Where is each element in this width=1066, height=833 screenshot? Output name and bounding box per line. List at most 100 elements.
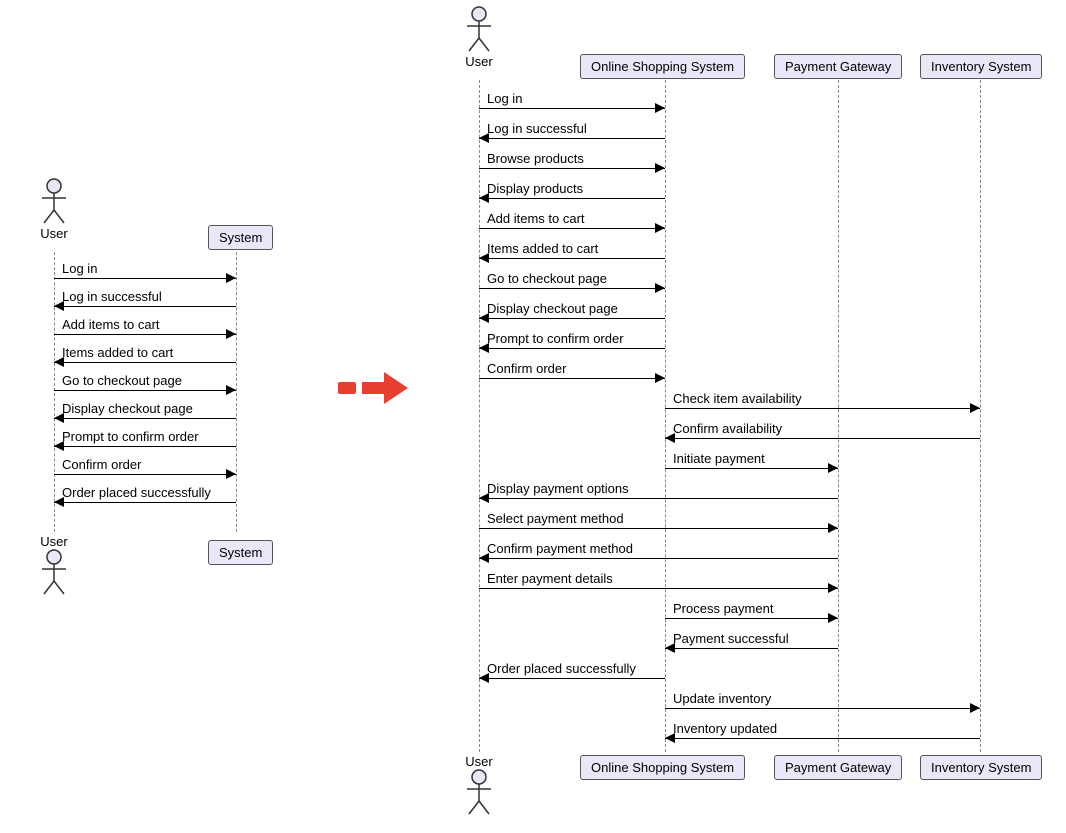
arrowhead-icon bbox=[226, 385, 236, 395]
message-line bbox=[479, 198, 665, 199]
transition-arrow-icon bbox=[338, 370, 408, 409]
message-label: Log in bbox=[62, 261, 97, 276]
message-label: Confirm availability bbox=[673, 421, 782, 436]
left-actor-bottom-label: User bbox=[34, 534, 74, 549]
arrowhead-icon bbox=[828, 463, 838, 473]
arrowhead-icon bbox=[54, 301, 64, 311]
arrowhead-icon bbox=[479, 313, 489, 323]
arrowhead-icon bbox=[655, 103, 665, 113]
message-line bbox=[479, 348, 665, 349]
message-line bbox=[665, 738, 980, 739]
message-label: Log in bbox=[487, 91, 522, 106]
message-line bbox=[54, 390, 236, 391]
right-actor-top-label: User bbox=[459, 54, 499, 69]
arrowhead-icon bbox=[479, 253, 489, 263]
message-label: Add items to cart bbox=[487, 211, 585, 226]
right-p1-bottom: Online Shopping System bbox=[580, 755, 745, 780]
message-line bbox=[479, 378, 665, 379]
message-line bbox=[479, 108, 665, 109]
left-actor-top-label: User bbox=[34, 226, 74, 241]
message-label: Display products bbox=[487, 181, 583, 196]
message-line bbox=[479, 138, 665, 139]
arrowhead-icon bbox=[970, 703, 980, 713]
message-label: Process payment bbox=[673, 601, 773, 616]
message-label: Prompt to confirm order bbox=[62, 429, 199, 444]
diagram-canvas: User System Log inLog in successfulAdd i… bbox=[0, 0, 1066, 833]
message-line bbox=[54, 306, 236, 307]
message-line bbox=[54, 334, 236, 335]
message-label: Display payment options bbox=[487, 481, 629, 496]
message-label: Go to checkout page bbox=[62, 373, 182, 388]
message-line bbox=[665, 648, 838, 649]
arrowhead-icon bbox=[479, 193, 489, 203]
arrowhead-icon bbox=[54, 357, 64, 367]
left-lifeline-user bbox=[54, 252, 55, 532]
arrowhead-icon bbox=[226, 469, 236, 479]
message-label: Prompt to confirm order bbox=[487, 331, 624, 346]
arrowhead-icon bbox=[479, 133, 489, 143]
right-p3-top: Inventory System bbox=[920, 54, 1042, 79]
message-line bbox=[479, 318, 665, 319]
arrowhead-icon bbox=[828, 613, 838, 623]
message-line bbox=[479, 498, 838, 499]
message-line bbox=[479, 528, 838, 529]
message-label: Inventory updated bbox=[673, 721, 777, 736]
right-actor-bottom-label: User bbox=[459, 754, 499, 769]
arrowhead-icon bbox=[54, 413, 64, 423]
arrowhead-icon bbox=[828, 523, 838, 533]
message-line bbox=[54, 362, 236, 363]
arrowhead-icon bbox=[665, 733, 675, 743]
message-line bbox=[54, 278, 236, 279]
message-label: Items added to cart bbox=[487, 241, 598, 256]
message-label: Initiate payment bbox=[673, 451, 765, 466]
user-icon bbox=[40, 178, 68, 224]
arrowhead-icon bbox=[665, 643, 675, 653]
message-label: Confirm order bbox=[487, 361, 566, 376]
arrowhead-icon bbox=[226, 329, 236, 339]
message-label: Log in successful bbox=[62, 289, 162, 304]
message-line bbox=[54, 418, 236, 419]
message-label: Confirm order bbox=[62, 457, 141, 472]
left-lifeline-system bbox=[236, 252, 237, 532]
right-p2-bottom: Payment Gateway bbox=[774, 755, 902, 780]
message-line bbox=[479, 678, 665, 679]
message-label: Display checkout page bbox=[487, 301, 618, 316]
message-line bbox=[479, 588, 838, 589]
right-p3-bottom: Inventory System bbox=[920, 755, 1042, 780]
message-label: Items added to cart bbox=[62, 345, 173, 360]
message-label: Add items to cart bbox=[62, 317, 160, 332]
user-icon bbox=[40, 549, 68, 595]
message-label: Browse products bbox=[487, 151, 584, 166]
right-lifeline-p2 bbox=[838, 80, 839, 752]
arrowhead-icon bbox=[226, 273, 236, 283]
message-label: Check item availability bbox=[673, 391, 802, 406]
message-line bbox=[479, 558, 838, 559]
message-line bbox=[665, 468, 838, 469]
arrowhead-icon bbox=[479, 343, 489, 353]
arrowhead-icon bbox=[479, 553, 489, 563]
arrowhead-icon bbox=[54, 441, 64, 451]
message-label: Order placed successfully bbox=[487, 661, 636, 676]
right-p1-top: Online Shopping System bbox=[580, 54, 745, 79]
message-label: Display checkout page bbox=[62, 401, 193, 416]
message-label: Confirm payment method bbox=[487, 541, 633, 556]
arrowhead-icon bbox=[665, 433, 675, 443]
message-line bbox=[665, 438, 980, 439]
arrowhead-icon bbox=[655, 163, 665, 173]
arrowhead-icon bbox=[828, 583, 838, 593]
message-line bbox=[665, 408, 980, 409]
right-lifeline-user bbox=[479, 80, 480, 752]
arrowhead-icon bbox=[655, 223, 665, 233]
arrowhead-icon bbox=[970, 403, 980, 413]
message-line bbox=[479, 228, 665, 229]
message-line bbox=[479, 168, 665, 169]
message-label: Log in successful bbox=[487, 121, 587, 136]
message-label: Go to checkout page bbox=[487, 271, 607, 286]
message-line bbox=[54, 474, 236, 475]
message-line bbox=[54, 446, 236, 447]
right-p2-top: Payment Gateway bbox=[774, 54, 902, 79]
arrowhead-icon bbox=[655, 283, 665, 293]
right-actor-bottom: User bbox=[459, 752, 499, 815]
left-actor-top: User bbox=[34, 178, 74, 241]
user-icon bbox=[465, 6, 493, 52]
